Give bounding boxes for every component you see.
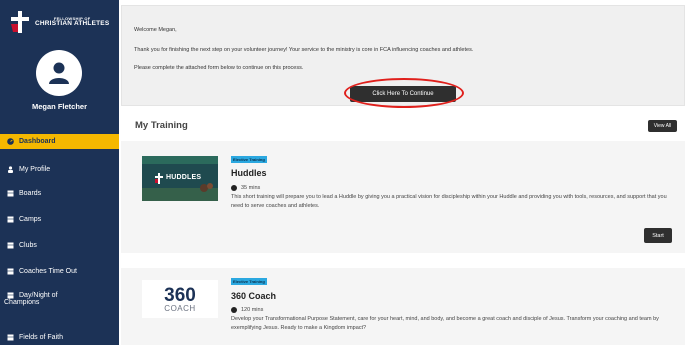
sidebar-item-clubs[interactable]: Clubs — [0, 238, 119, 253]
username: Megan Fletcher — [31, 102, 87, 111]
sidebar-item-camps[interactable]: Camps — [0, 212, 119, 227]
grid-icon — [7, 292, 14, 299]
fca-cross-icon — [155, 173, 163, 184]
welcome-line-2: Please complete the attached form below … — [134, 65, 304, 71]
thumbnail-subtitle: COACH — [164, 303, 196, 313]
grid-icon — [7, 216, 14, 223]
course-mins: 120 mins — [241, 307, 264, 313]
course-thumbnail[interactable]: HUDDLES — [142, 156, 218, 201]
sidebar-item-label: Boards — [19, 190, 42, 197]
welcome-panel: Welcome Megan, Thank you for finishing t… — [121, 5, 685, 108]
course-description: Develop your Transformational Purpose St… — [231, 316, 659, 331]
section-title: My Training — [135, 120, 188, 131]
sidebar-item-label: Coaches Time Out — [19, 268, 77, 275]
course-badge: Elective Training — [231, 278, 267, 285]
clock-icon — [231, 185, 237, 191]
course-badge: Elective Training — [231, 156, 267, 163]
fca-cross-logo-icon — [9, 10, 31, 34]
sidebar-item-dashboard[interactable]: Dashboard — [0, 134, 119, 149]
sidebar-item-label: Clubs — [19, 242, 37, 249]
course-mins: 35 mins — [241, 185, 261, 191]
gauge-icon — [7, 138, 14, 145]
welcome-greeting: Welcome Megan, — [134, 27, 177, 33]
user-icon — [49, 62, 69, 84]
sidebar-item-label: Day/Night of — [19, 292, 58, 299]
sidebar-item-label: Fields of Faith — [19, 334, 63, 341]
course-duration: 35 mins — [231, 185, 260, 191]
course-card-360-coach: 360 COACH Elective Training 360 Coach 12… — [121, 268, 685, 345]
clock-icon — [231, 307, 237, 313]
main-content: Welcome Megan, Thank you for finishing t… — [119, 0, 685, 345]
course-duration: 120 mins — [231, 307, 263, 313]
course-card-huddles: HUDDLES Elective Training Huddles 35 min… — [121, 141, 685, 253]
continue-button[interactable]: Click Here To Continue — [350, 86, 456, 102]
sidebar-item-day-night-of-champions[interactable]: Day/Night of Champions — [0, 292, 119, 316]
view-all-button[interactable]: View All — [648, 120, 677, 132]
fca-logo[interactable]: FELLOWSHIP OF CHRISTIAN ATHLETES — [9, 9, 114, 35]
sidebar-item-label-line2: Champions — [4, 299, 40, 306]
start-button[interactable]: Start — [644, 228, 672, 243]
grid-icon — [7, 268, 14, 275]
sidebar-item-coaches-time-out[interactable]: Coaches Time Out — [0, 264, 119, 279]
person-icon — [7, 166, 14, 173]
grid-icon — [7, 242, 14, 249]
sidebar-item-label: Dashboard — [19, 138, 56, 145]
sidebar-item-label: My Profile — [19, 166, 51, 173]
grid-icon — [7, 334, 14, 341]
sidebar-item-fields-of-faith[interactable]: Fields of Faith — [0, 330, 119, 345]
sidebar-item-my-profile[interactable]: My Profile — [0, 162, 119, 177]
sidebar: FELLOWSHIP OF CHRISTIAN ATHLETES Megan F… — [0, 0, 119, 345]
grid-icon — [7, 190, 14, 197]
avatar[interactable] — [36, 50, 82, 96]
sidebar-item-label: Camps — [19, 216, 42, 223]
course-title[interactable]: Huddles — [231, 168, 267, 178]
welcome-line-1: Thank you for finishing the next step on… — [134, 47, 474, 53]
course-description: This short training will prepare you to … — [231, 194, 667, 209]
course-thumbnail[interactable]: 360 COACH — [142, 280, 218, 318]
thumbnail-title: 360 — [164, 284, 196, 306]
sidebar-item-boards[interactable]: Boards — [0, 186, 119, 201]
thumbnail-title: HUDDLES — [166, 174, 202, 181]
logo-big-text: CHRISTIAN ATHLETES — [35, 19, 110, 27]
course-title[interactable]: 360 Coach — [231, 291, 276, 301]
